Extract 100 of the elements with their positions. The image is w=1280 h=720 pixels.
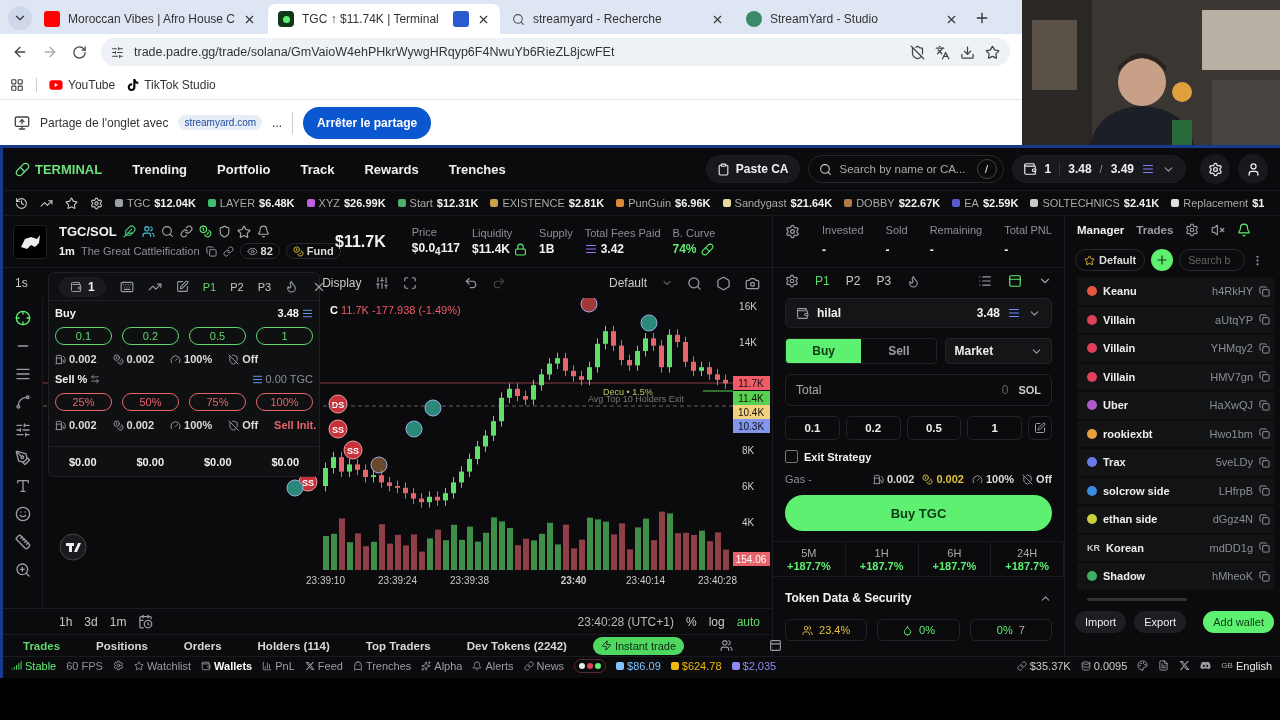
browser-tab[interactable]: streamyard - Recherche — [502, 4, 734, 34]
browser-tab[interactable]: Moroccan Vibes | Afro House C — [34, 4, 266, 34]
amount-button[interactable]: 0.1 — [785, 416, 840, 440]
wallet-action-button[interactable]: Export — [1134, 610, 1186, 633]
amount-button[interactable]: 0.2 — [845, 416, 901, 440]
ticker-item[interactable]: EXISTENCE $2.81K — [490, 197, 605, 209]
interval-option[interactable]: 1s — [15, 276, 28, 290]
ticker-item[interactable]: DOBBY $22.67K — [844, 197, 941, 209]
ticker-item[interactable]: LAYER $6.48K — [207, 197, 295, 209]
display-button[interactable]: Display — [322, 276, 362, 290]
template-select[interactable]: Default — [608, 276, 647, 290]
range-option[interactable]: 1m — [109, 614, 127, 629]
bottom-tab[interactable]: Trades — [23, 639, 61, 652]
status-link[interactable]: Watchlist — [133, 659, 192, 672]
ticker-item[interactable]: EA $2.59K — [952, 197, 1019, 209]
status-link[interactable]: Trenches — [352, 659, 412, 672]
setting-value[interactable]: Off — [228, 353, 259, 365]
setting-value[interactable]: 0.002 — [55, 419, 97, 431]
ticker-item[interactable]: Replacement $1 — [1171, 197, 1265, 209]
scale-option[interactable]: log — [708, 614, 725, 629]
terminal-logo[interactable]: TERMINAL — [15, 161, 103, 177]
setting-value[interactable]: 0.002 — [55, 353, 97, 365]
total-input[interactable]: 0 — [980, 382, 1011, 398]
wallet-row[interactable]: KR Korean mdDD1g — [1077, 534, 1274, 561]
wallet-select[interactable]: hilal 3.48 — [785, 298, 1052, 328]
nav-link[interactable]: Trenches — [448, 161, 506, 177]
browser-tab[interactable]: StreamYard - Studio — [736, 4, 968, 34]
bookmark-link[interactable]: YouTube — [49, 77, 116, 92]
ticker-item[interactable]: PunGuin $6.96K — [616, 197, 711, 209]
paste-ca-button[interactable]: Paste CA — [705, 155, 800, 183]
wallet-row[interactable]: Shadow hMheoK — [1077, 563, 1274, 590]
wallet-row[interactable]: Keanu h4RkHY — [1077, 278, 1274, 305]
instant-trade-button[interactable]: Instant trade — [592, 636, 685, 655]
ticker-item[interactable]: SOLTECHNICS $2.41K — [1030, 197, 1160, 209]
connection-status[interactable]: Stable — [11, 659, 57, 672]
status-link[interactable]: News — [523, 659, 565, 672]
gas-setting[interactable]: 100% — [971, 473, 1015, 485]
manager-tab[interactable]: Trades — [1136, 224, 1174, 236]
side-tab[interactable]: Buy — [786, 339, 862, 363]
bottom-tab[interactable]: Positions — [96, 639, 148, 652]
scale-option[interactable]: % — [685, 614, 697, 629]
search-input[interactable]: Search by name or CA... — [837, 162, 971, 176]
wallet-row[interactable]: Villain HMV7gn — [1077, 363, 1274, 390]
security-header[interactable]: Token Data & Security — [785, 587, 1052, 609]
nav-link[interactable]: Trending — [132, 161, 188, 177]
status-link[interactable]: Wallets — [201, 659, 253, 672]
status-link[interactable]: PnL — [262, 659, 295, 672]
range-option[interactable]: 3d — [84, 614, 98, 629]
wallet-row[interactable]: Villain YHMqy2 — [1077, 335, 1274, 362]
wallet-action-button[interactable]: Import — [1075, 610, 1127, 633]
wallet-count-button[interactable]: 1 — [59, 276, 106, 297]
buy-button[interactable]: Buy TGC — [785, 495, 1052, 531]
bottom-tab[interactable]: Dev Tokens (2242) — [466, 639, 567, 652]
gas-setting[interactable]: 0.002 — [872, 473, 915, 485]
wallet-row[interactable]: rookiexbt Hwo1bm — [1077, 420, 1274, 447]
bookmark-link[interactable]: TikTok Studio — [127, 77, 216, 92]
total-field[interactable]: Total 0 SOL — [785, 374, 1052, 406]
gas-setting[interactable]: Off — [1022, 473, 1052, 485]
address-bar[interactable]: trade.padre.gg/trade/solana/GmVaioW4ehPHkrWywgHRqyp6F4NwuYb6RieZL8jcwFEt — [101, 38, 1010, 66]
status-link[interactable]: Alerts — [472, 659, 514, 672]
language-select[interactable]: GB English — [1221, 659, 1272, 672]
ticker-item[interactable]: Sandygast $21.64K — [722, 197, 833, 209]
ticker-item[interactable]: TGC $12.04K — [115, 197, 196, 209]
preset-tab[interactable]: P2 — [230, 280, 244, 293]
amount-button[interactable]: 1 — [967, 416, 1022, 440]
wallet-row[interactable]: Trax 5veLDy — [1077, 449, 1274, 476]
nav-link[interactable]: Portfolio — [217, 161, 271, 177]
nav-link[interactable]: Track — [300, 161, 335, 177]
setting-value[interactable]: Off — [228, 419, 259, 431]
preset-tab[interactable]: P3 — [257, 280, 272, 293]
range-option[interactable]: 1h — [59, 614, 73, 629]
setting-value[interactable]: 0.002 — [112, 419, 155, 431]
wallet-row[interactable]: Villain aUtqYP — [1077, 306, 1274, 333]
bottom-tab[interactable]: Holders (114) — [257, 639, 330, 652]
wallet-action-button[interactable]: Add wallet — [1203, 610, 1274, 633]
ticker-item[interactable]: Start $12.31K — [397, 197, 479, 209]
setting-value[interactable]: 0.002 — [112, 353, 155, 365]
preset-tab[interactable]: P1 — [815, 274, 830, 288]
preset-tab[interactable]: P3 — [876, 274, 892, 288]
preset-tab[interactable]: P2 — [845, 274, 861, 288]
status-link[interactable]: Alpha — [421, 659, 463, 672]
manager-tab[interactable]: Manager — [1077, 224, 1125, 236]
order-type-select[interactable]: Market — [945, 338, 1052, 364]
wallet-row[interactable]: ethan side dGgz4N — [1077, 506, 1274, 533]
preset-tab[interactable]: P1 — [202, 280, 217, 293]
status-link[interactable]: Feed — [304, 659, 343, 672]
wallet-search-field[interactable]: Search b — [1179, 249, 1246, 271]
setting-value[interactable]: 100% — [170, 353, 213, 365]
nav-link[interactable]: Rewards — [364, 161, 419, 177]
setting-value[interactable]: 100% — [170, 419, 213, 431]
scale-option[interactable]: auto — [736, 614, 760, 629]
bottom-tab[interactable]: Top Traders — [365, 639, 431, 652]
wallet-row[interactable]: Uber HaXwQJ — [1077, 392, 1274, 419]
gas-setting[interactable]: 0.002 — [922, 473, 964, 485]
wallet-row[interactable]: solcrow side LHfrpB — [1077, 477, 1274, 504]
stop-sharing-button[interactable]: Arrêter le partage — [303, 106, 432, 139]
browser-tab[interactable]: TGC ↑ $11.74K | Terminal — [268, 4, 500, 34]
sell-init-link[interactable]: Sell Init. — [274, 419, 317, 431]
side-tab[interactable]: Sell — [861, 339, 937, 363]
wallet-balance-button[interactable]: 1 3.48 / 3.49 — [1011, 155, 1186, 183]
